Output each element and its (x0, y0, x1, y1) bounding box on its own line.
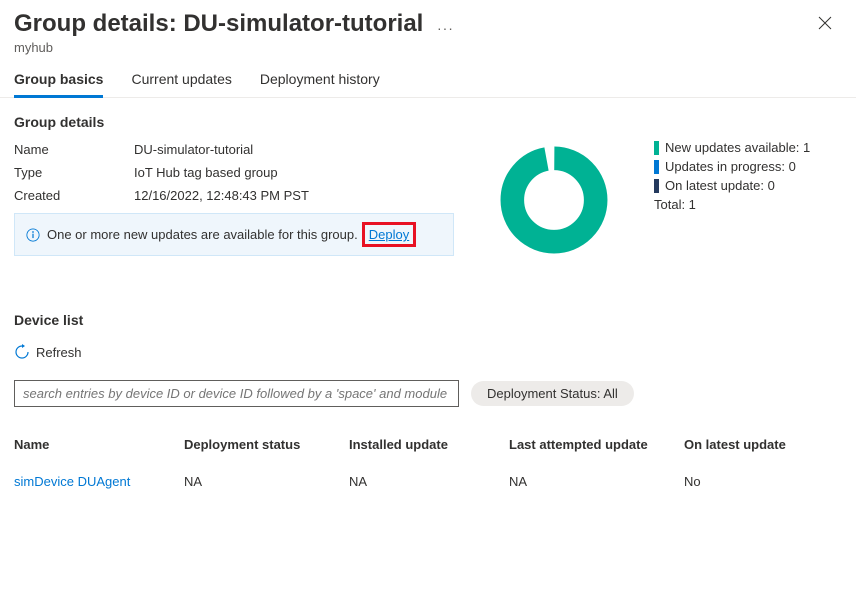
cell-latest: No (684, 474, 842, 489)
legend-label: Updates in progress: 0 (665, 159, 796, 174)
device-list-heading: Device list (14, 312, 842, 328)
cell-installed: NA (349, 474, 509, 489)
legend-swatch (654, 160, 659, 174)
banner-text: One or more new updates are available fo… (47, 227, 358, 242)
cell-last: NA (509, 474, 684, 489)
deploy-link[interactable]: Deploy (362, 222, 416, 247)
hub-name: myhub (14, 40, 840, 55)
col-header-latest[interactable]: On latest update (684, 437, 842, 452)
tab-group-basics[interactable]: Group basics (14, 71, 103, 97)
detail-row: Type IoT Hub tag based group (14, 165, 454, 180)
detail-row: Created 12/16/2022, 12:48:43 PM PST (14, 188, 454, 203)
deployment-status-filter[interactable]: Deployment Status: All (471, 381, 634, 406)
table-row: simDevice DUAgent NA NA NA No (14, 462, 842, 501)
detail-row: Name DU-simulator-tutorial (14, 142, 454, 157)
tab-deployment-history[interactable]: Deployment history (260, 71, 380, 97)
close-icon[interactable] (818, 16, 832, 33)
col-header-installed[interactable]: Installed update (349, 437, 509, 452)
refresh-icon (14, 344, 30, 360)
detail-label-type: Type (14, 165, 134, 180)
legend-item: On latest update: 0 (654, 178, 842, 193)
device-table: Name Deployment status Installed update … (14, 427, 842, 501)
table-header: Name Deployment status Installed update … (14, 427, 842, 462)
col-header-last[interactable]: Last attempted update (509, 437, 684, 452)
detail-value-type: IoT Hub tag based group (134, 165, 278, 180)
legend-label: On latest update: 0 (665, 178, 775, 193)
refresh-button[interactable]: Refresh (14, 344, 842, 360)
detail-value-created: 12/16/2022, 12:48:43 PM PST (134, 188, 309, 203)
page-title: Group details: DU-simulator-tutorial (14, 10, 423, 38)
legend-label: New updates available: 1 (665, 140, 810, 155)
legend-swatch (654, 179, 659, 193)
info-banner: One or more new updates are available fo… (14, 213, 454, 256)
legend-swatch (654, 141, 659, 155)
legend: New updates available: 1 Updates in prog… (654, 114, 842, 256)
device-link[interactable]: simDevice DUAgent (14, 474, 184, 489)
detail-label-created: Created (14, 188, 134, 203)
detail-label-name: Name (14, 142, 134, 157)
group-details-heading: Group details (14, 114, 454, 130)
tabs: Group basics Current updates Deployment … (0, 55, 856, 98)
more-icon[interactable]: ··· (437, 20, 454, 36)
legend-total: Total: 1 (654, 197, 842, 212)
col-header-name[interactable]: Name (14, 437, 184, 452)
refresh-label: Refresh (36, 345, 82, 360)
info-icon (25, 227, 41, 243)
cell-status: NA (184, 474, 349, 489)
legend-item: New updates available: 1 (654, 140, 842, 155)
legend-item: Updates in progress: 0 (654, 159, 842, 174)
detail-value-name: DU-simulator-tutorial (134, 142, 253, 157)
col-header-status[interactable]: Deployment status (184, 437, 349, 452)
search-input[interactable] (14, 380, 459, 407)
tab-current-updates[interactable]: Current updates (131, 71, 231, 97)
donut-chart (474, 114, 634, 256)
